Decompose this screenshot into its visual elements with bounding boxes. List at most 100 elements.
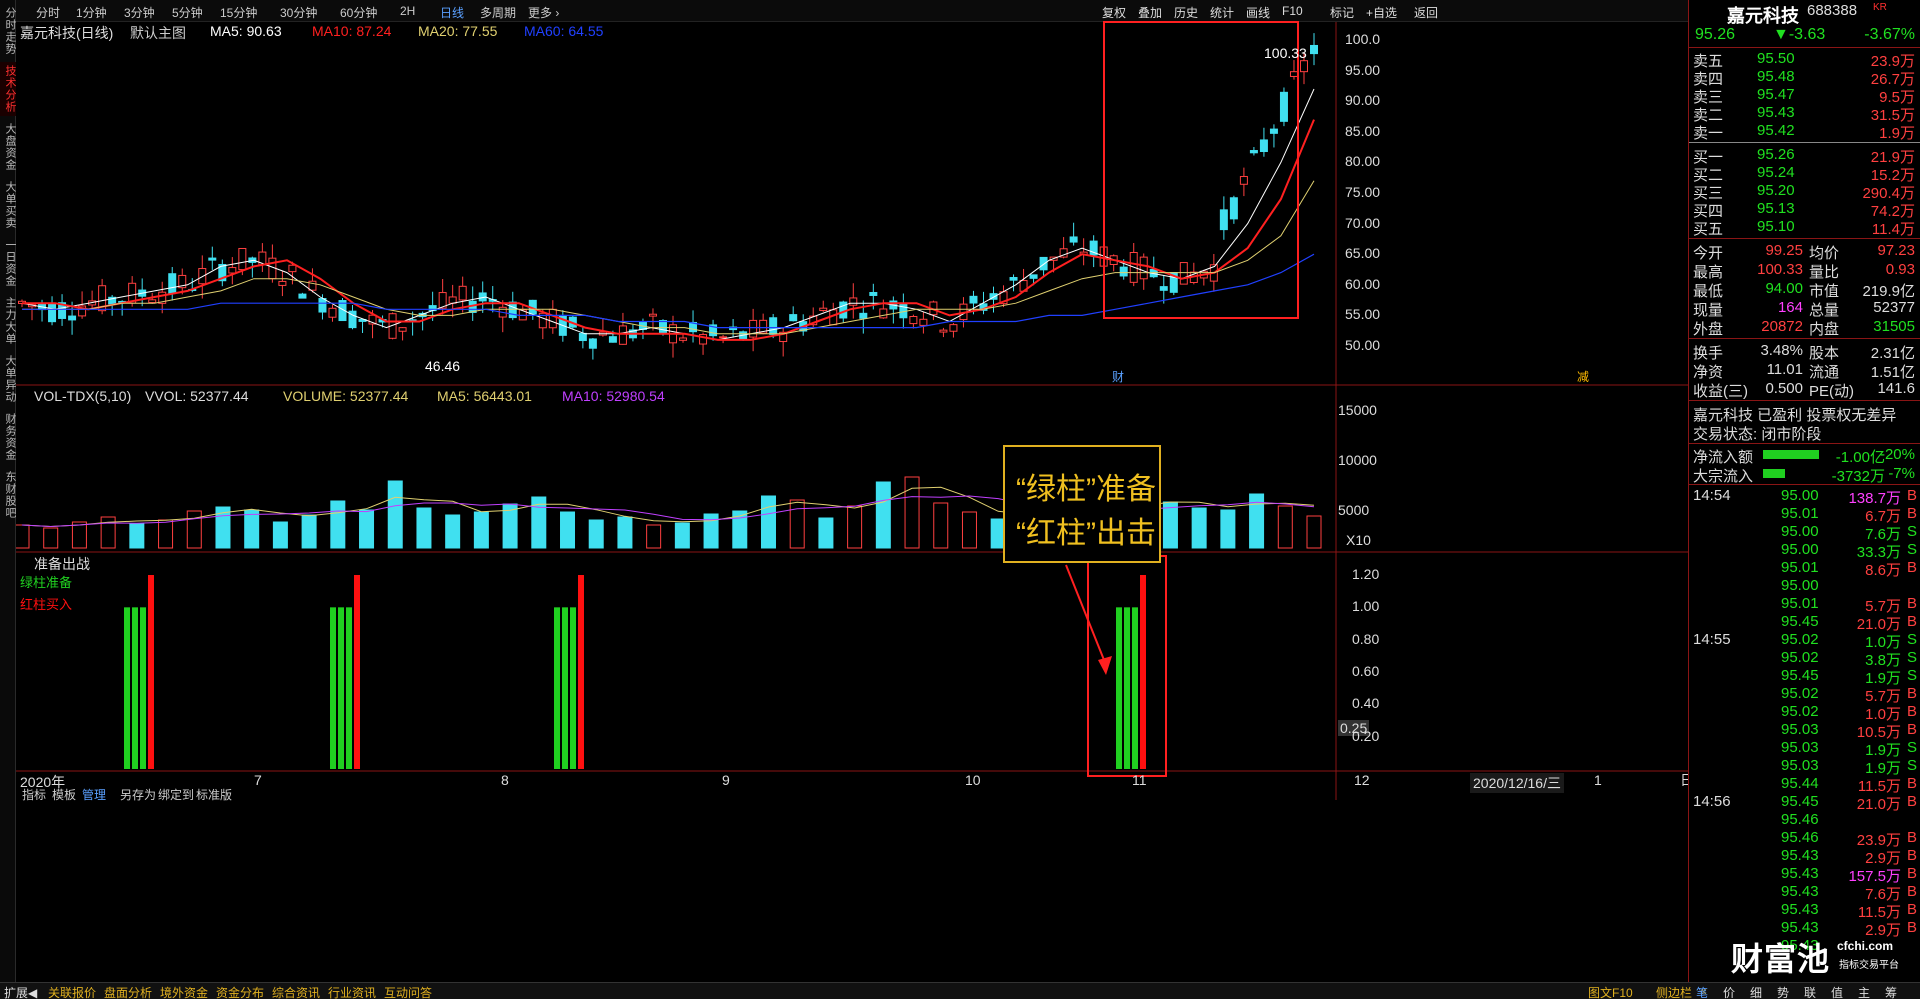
tick-row: 95.00 [1693, 577, 1917, 595]
ticks-22-price: 95.43 [1781, 883, 1819, 900]
candle [68, 315, 77, 321]
tick-row: 95.01 6.7万 B [1693, 505, 1918, 525]
status-tab-1[interactable]: 关联报价 [48, 984, 96, 999]
stock-header: 嘉元科技 688388 KR [1693, 2, 1917, 26]
candle [1029, 274, 1038, 279]
status-right-0[interactable]: 图文F10 [1588, 984, 1633, 999]
stat2-row: 收益(三) 0.500 PE(动) 141.6 [1693, 380, 1917, 400]
candle [869, 292, 878, 296]
candle [228, 267, 237, 274]
volume-bar [387, 480, 403, 549]
stats-2-1: 94.00 [1765, 280, 1803, 297]
asks-0-price: 95.50 [1757, 50, 1795, 67]
quote-tab-4[interactable]: 联 [1804, 984, 1816, 999]
left-tab-0[interactable]: 分时走势 [0, 4, 16, 58]
ticks-8-time: 14:55 [1693, 631, 1731, 648]
stat2-row: 换手 3.48% 股本 2.31亿 [1693, 342, 1917, 362]
candle [588, 338, 597, 349]
green-bar [132, 607, 138, 769]
left-tab-2[interactable]: 大盘资金 [0, 120, 16, 174]
flow-bar [1763, 469, 1785, 478]
green-bar [1124, 607, 1130, 769]
tick-row: 95.03 1.9万 S [1693, 757, 1917, 777]
stats2-0-2: 股本 [1809, 345, 1840, 362]
green-bar [338, 607, 344, 769]
bids-4-price: 95.10 [1757, 218, 1795, 235]
flow-bar [1763, 450, 1819, 459]
status-tab-7[interactable]: 互动问答 [384, 984, 432, 999]
left-tab-3[interactable]: 大单买卖 [0, 178, 16, 232]
candle [909, 316, 918, 325]
quote-tab-1[interactable]: 价 [1723, 984, 1735, 999]
candle [148, 299, 157, 303]
ticks-15-price: 95.03 [1781, 757, 1819, 774]
candle [298, 293, 307, 299]
volume-bar [1191, 507, 1207, 549]
stats-1-0: 最高 [1693, 264, 1724, 281]
quote-tab-3[interactable]: 势 [1777, 984, 1789, 999]
candle [548, 308, 557, 329]
status-tab-4[interactable]: 资金分布 [216, 984, 264, 999]
ticks-11-price: 95.02 [1781, 685, 1819, 702]
stats-3-1: 164 [1777, 299, 1803, 316]
tick-row: 95.02 1.0万 B [1693, 703, 1917, 723]
volume-bar [129, 523, 145, 549]
stock-price: 95.26 [1695, 26, 1736, 43]
ticks-19-price: 95.46 [1781, 829, 1819, 846]
bid-row: 买四 95.13 74.2万 [1693, 200, 1917, 220]
quote-tab-2[interactable]: 细 [1750, 984, 1762, 999]
quote-tab-7[interactable]: 筹 [1885, 984, 1897, 999]
ticks-5-price: 95.00 [1781, 577, 1819, 594]
status-tab-2[interactable]: 盘面分析 [104, 984, 152, 999]
candle [789, 314, 798, 322]
left-tab-8[interactable]: 东财股吧 [0, 468, 16, 522]
quote-tab-6[interactable]: 主 [1858, 984, 1870, 999]
flows-0-value: -1.00亿 [1835, 449, 1885, 466]
tick-row: 95.44 11.5万 B [1693, 775, 1917, 795]
bids-1-price: 95.24 [1757, 164, 1795, 181]
quote-tab-0[interactable]: 笔 [1696, 984, 1708, 999]
status-tab-6[interactable]: 行业资讯 [328, 984, 376, 999]
bids-2-price: 95.20 [1757, 182, 1795, 199]
ticks-1-side: B [1907, 505, 1918, 522]
ticks-6-price: 95.01 [1781, 595, 1819, 612]
bids-4-vol: 11.4万 [1871, 221, 1915, 238]
ask-row: 卖三 95.47 9.5万 [1693, 86, 1917, 106]
candle [1259, 139, 1268, 153]
trading-terminal: 分时走势 技术分析 大盘资金 大单买卖 一日资金 主力大单 大单异动 财务资金 东财股吧 分时 1… [0, 0, 1920, 999]
volume-bar [1306, 515, 1322, 549]
stats-2-3: 219.9亿 [1862, 283, 1915, 300]
ticks-0-price: 95.00 [1781, 487, 1819, 504]
stats-1-3: 0.93 [1885, 261, 1915, 278]
bid-row: 买一 95.26 21.9万 [1693, 146, 1917, 166]
volume-bar [674, 522, 690, 549]
status-tab-3[interactable]: 境外资金 [160, 984, 208, 999]
stats-4-1: 20872 [1761, 318, 1803, 335]
stats-1-2: 量比 [1809, 264, 1840, 281]
ticks-0-side: B [1907, 487, 1918, 504]
quote-tab-5[interactable]: 值 [1831, 984, 1843, 999]
candle [1239, 176, 1248, 185]
left-tab-7[interactable]: 财务资金 [0, 410, 16, 464]
stats-4-3: 31505 [1873, 318, 1915, 335]
candle [939, 329, 948, 333]
ask-row: 卖二 95.43 31.5万 [1693, 104, 1917, 124]
chart-area[interactable] [16, 0, 1688, 982]
status-right-1[interactable]: 侧边栏 [1656, 984, 1692, 999]
candle [1279, 91, 1288, 122]
left-tab-1[interactable]: 技术分析 [0, 62, 16, 116]
candle [398, 327, 407, 332]
left-tab-5[interactable]: 主力大单 [0, 294, 16, 348]
stats2-2-1: 0.500 [1765, 380, 1803, 397]
status-tab-0[interactable]: 扩展◀ [4, 984, 37, 999]
stat-row: 今开 99.25 均价 97.23 [1693, 242, 1917, 262]
stat-row: 最低 94.00 市值 219.9亿 [1693, 280, 1917, 300]
candle [1219, 209, 1228, 231]
candle [1039, 256, 1048, 271]
candle [749, 319, 758, 338]
left-tab-4[interactable]: 一日资金 [0, 236, 16, 290]
left-tab-6[interactable]: 大单异动 [0, 352, 16, 406]
candle [969, 295, 978, 304]
status-tab-5[interactable]: 综合资讯 [272, 984, 320, 999]
volume-bar [933, 502, 949, 549]
